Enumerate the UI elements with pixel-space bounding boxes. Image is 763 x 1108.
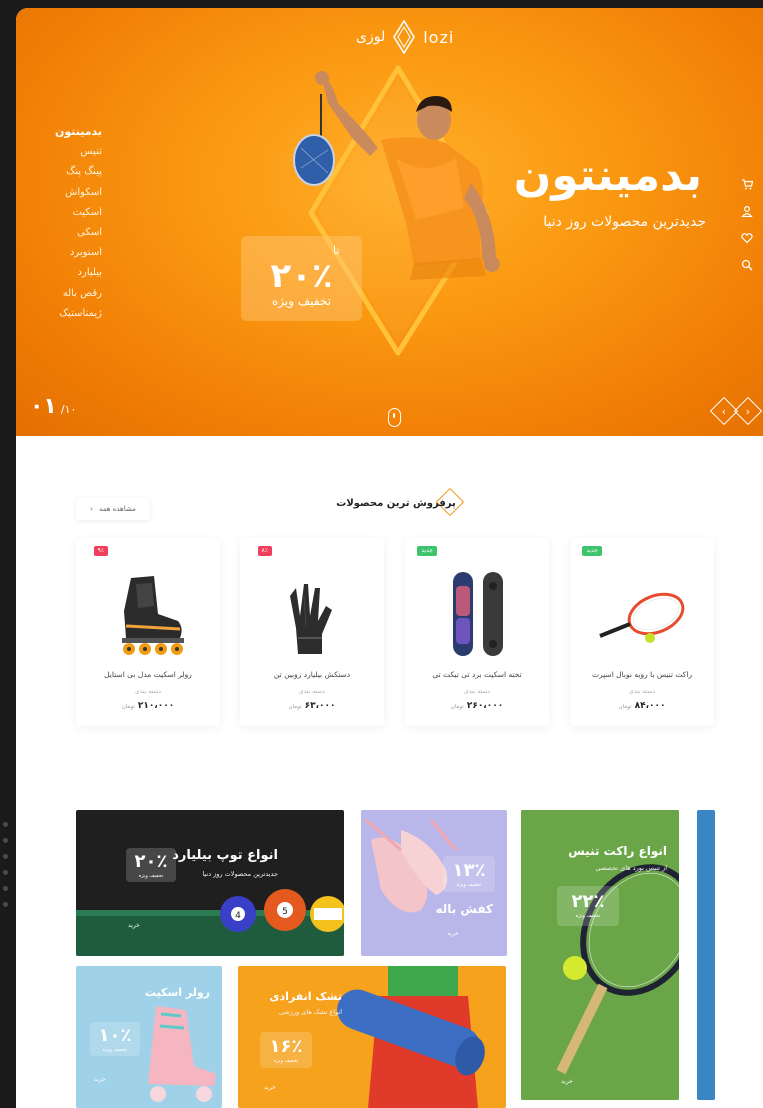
banner-discount-box: ۱۰٪ تخفیف ویژه <box>90 1022 140 1056</box>
product-card[interactable]: جدید راکت تنیس با رویه نوبال اسپرت دسته … <box>570 538 714 726</box>
view-all-label: مشاهده همه <box>98 505 136 513</box>
banner-subtitle: از تنیس بورد های تخصصی <box>595 864 667 872</box>
product-name[interactable]: دستکش بیلیارد زوبین تن <box>244 670 380 679</box>
buy-link[interactable]: خرید <box>561 1078 573 1085</box>
ballet-banner[interactable]: ۱۳٪ تخفیف ویژه کفش باله خرید <box>361 810 507 956</box>
buy-link[interactable]: خرید <box>128 922 140 929</box>
user-icon[interactable] <box>738 200 756 227</box>
buy-link[interactable]: خرید <box>94 1076 106 1083</box>
scroll-mouse-icon[interactable] <box>388 408 401 427</box>
product-category: دسته بندی <box>629 688 655 695</box>
logo-diamond-icon <box>393 20 416 54</box>
slide-arrows: ‹ › <box>709 396 763 426</box>
hero-subtitle: جدیدترین محصولات روز دنیا <box>543 214 706 230</box>
chevron-left-icon: ‹ <box>90 505 93 513</box>
roller-skate-banner[interactable]: رولر اسکیت ۱۰٪ تخفیف ویژه خرید <box>76 966 222 1108</box>
product-price: ۲۱۰،۰۰۰تومان <box>121 701 175 711</box>
banner-title: رولر اسکیت <box>144 986 210 999</box>
banner-subtitle: انواع تشک های ورزشی <box>278 1008 342 1016</box>
product-price: ۶۳،۰۰۰تومان <box>288 701 336 711</box>
category-link[interactable]: ژیمناستیک <box>32 304 102 324</box>
next-banner-preview <box>697 810 715 1100</box>
discount-badge: ۸٪ <box>257 546 272 556</box>
hero-discount-box: تا ۲۰٪ تخفیف ویژه <box>241 236 362 321</box>
search-icon[interactable] <box>738 254 756 281</box>
product-name[interactable]: راکت تنیس با رویه نوبال اسپرت <box>574 670 710 679</box>
banner-discount-box: ۲۰٪ تخفیف ویژه <box>126 848 176 882</box>
buy-link[interactable]: خرید <box>447 930 459 937</box>
new-badge: جدید <box>417 546 437 556</box>
hero-toolbar <box>738 173 756 281</box>
product-card[interactable]: ۹٪ رولر اسکیت مدل بی استایل دسته بندی ۲۱… <box>76 538 220 726</box>
tennis-racket-image <box>599 592 685 643</box>
product-card[interactable]: ۸٪ دستکش بیلیارد زوبین تن دسته بندی ۶۳،۰… <box>240 538 384 726</box>
billiard-balls-illustration: 4 5 <box>76 889 344 956</box>
product-category: دسته بندی <box>135 688 161 695</box>
category-link[interactable]: بدمینتون <box>32 122 102 142</box>
discount-percent: ۲۰٪ <box>270 256 333 296</box>
billiard-glove-image <box>290 584 332 654</box>
billiard-banner[interactable]: 4 5 انواع توپ بیلیارد جدیدترین محصولات ر… <box>76 810 344 956</box>
product-name[interactable]: تخته اسکیت برد تی تیکت تی <box>409 670 545 679</box>
cart-icon[interactable] <box>738 173 756 200</box>
banner-title: کفش باله <box>435 902 493 916</box>
next-slide-button[interactable]: › <box>733 396 763 426</box>
svg-text:5: 5 <box>282 907 288 917</box>
product-category: دسته بندی <box>299 688 325 695</box>
slide-counter: ۰۱ /۱۰ <box>30 394 76 419</box>
slide-current: ۰۱ <box>30 394 57 419</box>
hero-slider: لوزی lozi بدمینتون تنیس پینگ پنگ اسکواش … <box>16 8 763 436</box>
category-link[interactable]: اسکی <box>32 223 102 243</box>
category-link[interactable]: پینگ پنگ <box>32 162 102 182</box>
category-link[interactable]: اسنوبرد <box>32 243 102 263</box>
svg-text:4: 4 <box>235 911 241 921</box>
page: لوزی lozi بدمینتون تنیس پینگ پنگ اسکواش … <box>16 8 763 1108</box>
hero-category-list: بدمینتون تنیس پینگ پنگ اسکواش اسکیت اسکی… <box>32 122 102 324</box>
banner-discount-box: ۲۲٪ تخفیف ویژه <box>557 886 619 926</box>
logo-text-en: lozi <box>423 27 455 47</box>
banner-title: انواع توپ بیلیارد <box>172 848 278 863</box>
discount-label: تخفیف ویژه <box>271 294 332 308</box>
site-logo[interactable]: لوزی lozi <box>356 16 454 58</box>
banner-discount-box: ۱۶٪ تخفیف ویژه <box>260 1032 312 1068</box>
logo-text-fa: لوزی <box>356 29 386 45</box>
view-all-button[interactable]: مشاهده همه ‹ <box>76 498 150 520</box>
product-name[interactable]: رولر اسکیت مدل بی استایل <box>80 670 216 679</box>
product-price: ۲۶۰،۰۰۰تومان <box>450 701 504 711</box>
product-price: ۸۴،۰۰۰تومان <box>618 701 666 711</box>
category-link[interactable]: تنیس <box>32 142 102 162</box>
tennis-banner[interactable]: انواع راکت تنیس از تنیس بورد های تخصصی ۲… <box>521 810 679 1100</box>
banner-title: تشک انفرادی <box>269 990 342 1003</box>
category-link[interactable]: اسکواش <box>32 183 102 203</box>
hero-title: بدمینتون <box>513 150 702 201</box>
discount-badge: ۹٪ <box>93 546 108 556</box>
skateboard-image <box>453 572 503 656</box>
banner-subtitle: جدیدترین محصولات روز دنیا <box>202 870 278 878</box>
product-category: دسته بندی <box>464 688 490 695</box>
category-link[interactable]: اسکیت <box>32 203 102 223</box>
new-badge: جدید <box>582 546 602 556</box>
category-link[interactable]: بیلیارد <box>32 263 102 283</box>
category-link[interactable]: رقص باله <box>32 284 102 304</box>
banner-discount-box: ۱۳٪ تخفیف ویژه <box>443 856 495 892</box>
product-card[interactable]: جدید تخته اسکیت برد تی تیکت تی دسته بندی… <box>405 538 549 726</box>
heart-icon[interactable] <box>738 227 756 254</box>
slide-total: /۱۰ <box>60 403 77 416</box>
roller-skate-image <box>122 576 184 655</box>
buy-link[interactable]: خرید <box>264 1084 276 1091</box>
mat-banner[interactable]: تشک انفرادی انواع تشک های ورزشی ۱۶٪ تخفیف… <box>238 966 506 1108</box>
bestsellers-title: پرفروش ترین محصولات <box>336 498 456 509</box>
banner-title: انواع راکت تنیس <box>568 844 667 858</box>
